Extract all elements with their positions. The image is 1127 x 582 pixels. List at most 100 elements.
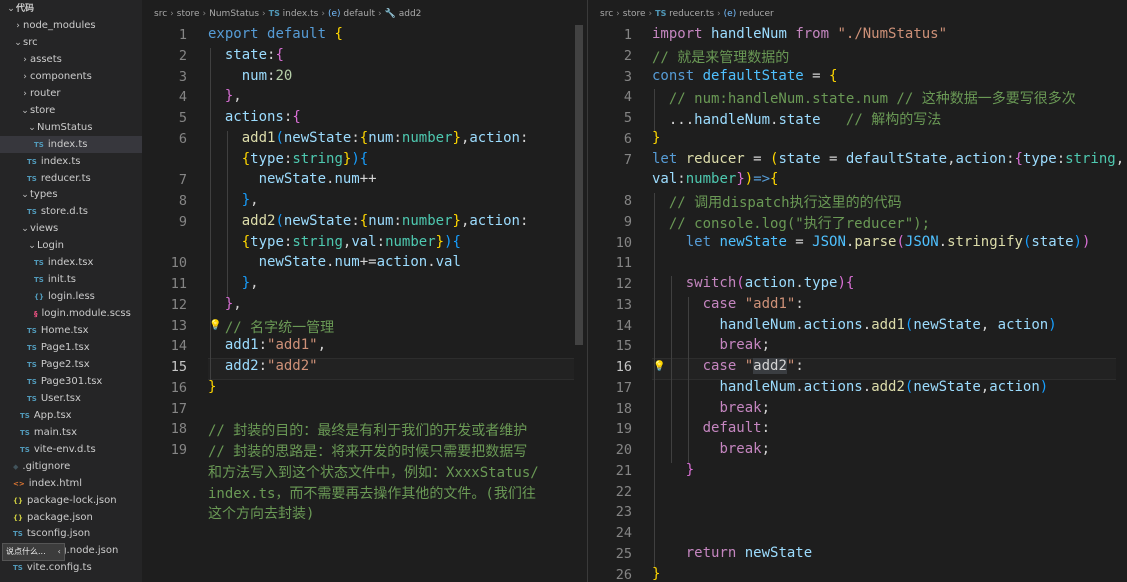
code-line[interactable]: handleNum.actions.add2(newState,action) — [652, 379, 1048, 395]
code-line[interactable]: // 就是来管理数据的 — [652, 47, 789, 67]
editor-pane-index-ts[interactable]: src › store › NumStatus › TS index.ts › (e) defa… — [142, 0, 586, 582]
code-line[interactable]: newState.num++ — [208, 171, 377, 187]
code-line[interactable]: let newState = JSON.parse(JSON.stringify… — [652, 234, 1091, 250]
tree-folder[interactable]: › assets — [0, 51, 142, 68]
editor-pane-reducer-ts[interactable]: src › store › TS reducer.ts › (e) reducer 1234… — [587, 0, 1127, 582]
tree-file[interactable]: TS App.tsx — [0, 407, 142, 424]
code-line[interactable]: default: — [652, 420, 770, 436]
tree-file[interactable]: TS Page2.tsx — [0, 356, 142, 373]
tree-file[interactable]: TS reducer.ts — [0, 170, 142, 187]
chevron-right-icon[interactable]: › — [13, 18, 23, 35]
chevron-down-icon[interactable]: ⌄ — [13, 35, 23, 52]
chevron-down-icon[interactable]: ⌄ — [20, 187, 30, 204]
code-line[interactable]: num:20 — [208, 68, 293, 84]
chevron-right-icon[interactable]: › — [20, 69, 30, 86]
code-line[interactable]: // num:handleNum.state.num // 这种数据一多要写很多… — [652, 88, 1076, 108]
tree-folder[interactable]: ⌄Login — [0, 237, 142, 254]
breadcrumb-symbol-reducer[interactable]: reducer — [739, 9, 774, 19]
chevron-down-icon[interactable]: ⌄ — [20, 221, 30, 238]
tree-file[interactable]: TS Home.tsx — [0, 322, 142, 339]
code-line[interactable]: }, — [208, 275, 259, 291]
tree-file[interactable]: TS init.ts — [0, 271, 142, 288]
chevron-right-icon[interactable]: › — [20, 86, 30, 103]
tree-file[interactable]: TS User.tsx — [0, 390, 142, 407]
chevron-left-icon[interactable]: ‹ — [58, 547, 61, 556]
breadcrumb-store[interactable]: store — [177, 9, 200, 19]
breadcrumb-file[interactable]: index.ts — [283, 9, 319, 19]
chevron-down-icon[interactable]: ⌄ — [27, 120, 37, 137]
code-line[interactable]: {type:string,val:number}){ — [208, 234, 461, 250]
code-line[interactable]: state:{ — [208, 47, 284, 63]
code-line[interactable]: index.ts，而不需要再去操作其他的文件。(我们往 — [208, 483, 536, 503]
tree-file[interactable]: TS Page1.tsx — [0, 339, 142, 356]
code-line[interactable]: handleNum.actions.add1(newState, action) — [652, 317, 1056, 333]
breadcrumb-src[interactable]: src — [600, 9, 613, 19]
breadcrumb-numstatus[interactable]: NumStatus — [209, 9, 259, 19]
tree-file[interactable]: ◆ .gitignore — [0, 458, 142, 475]
code-line[interactable]: ...handleNum.state // 解构的写法 — [652, 109, 941, 129]
code-line[interactable]: add1:"add1", — [208, 337, 326, 353]
code-line[interactable]: add2:"add2" — [208, 358, 318, 374]
code-line[interactable]: 和方法写入到这个状态文件中，例如：XxxxStatus/ — [208, 462, 539, 482]
code-line[interactable]: // 封装的思路是：将来开发的时候只需要把数据写 — [208, 441, 527, 461]
tree-file[interactable]: TS index.ts — [0, 153, 142, 170]
tree-file[interactable]: TS tsconfig.json — [0, 525, 142, 542]
code-line[interactable]: import handleNum from "./NumStatus" — [652, 26, 947, 42]
code-line[interactable]: break; — [652, 400, 770, 416]
tree-folder[interactable]: ⌄store — [0, 102, 142, 119]
comment-tooltip[interactable]: 说点什么... ‹ — [2, 543, 65, 561]
breadcrumb-file[interactable]: reducer.ts — [669, 9, 714, 19]
code-line[interactable]: return newState — [652, 545, 812, 561]
tree-file[interactable]: § login.module.scss — [0, 305, 142, 322]
tree-file[interactable]: TS Page301.tsx — [0, 373, 142, 390]
lightbulb-icon[interactable]: 💡 — [653, 361, 665, 372]
code-line[interactable]: 这个方向去封装) — [208, 503, 314, 523]
tree-file[interactable]: TS index.tsx — [0, 254, 142, 271]
tree-folder[interactable]: ⌄代码 — [0, 0, 142, 17]
code-line[interactable]: export default { — [208, 26, 343, 42]
code-line[interactable]: } — [652, 566, 660, 582]
code-line[interactable]: newState.num+=action.val — [208, 254, 461, 270]
tree-folder[interactable]: › components — [0, 68, 142, 85]
tree-file[interactable]: TS main.tsx — [0, 424, 142, 441]
tree-file[interactable]: TS store.d.ts — [0, 203, 142, 220]
breadcrumb-store[interactable]: store — [623, 9, 646, 19]
code-line[interactable]: }, — [208, 88, 242, 104]
tree-folder[interactable]: › node_modules — [0, 17, 142, 34]
code-line[interactable]: {type:string}){ — [208, 151, 368, 167]
chevron-down-icon[interactable]: ⌄ — [27, 238, 37, 255]
tree-file[interactable]: <> index.html — [0, 475, 142, 492]
tree-folder[interactable]: › router — [0, 85, 142, 102]
chevron-right-icon[interactable]: › — [20, 52, 30, 69]
code-line[interactable]: }, — [208, 296, 242, 312]
vertical-scrollbar[interactable] — [575, 25, 583, 345]
code-line[interactable]: case "add2": — [652, 358, 804, 374]
code-line[interactable]: add2(newState:{num:number},action: — [208, 213, 529, 229]
breadcrumb-symbol-default[interactable]: default — [343, 9, 375, 19]
tree-folder[interactable]: ⌄NumStatus — [0, 119, 142, 136]
chevron-down-icon[interactable]: ⌄ — [6, 1, 16, 18]
code-line[interactable]: add1(newState:{num:number},action: — [208, 130, 529, 146]
code-line[interactable]: } — [208, 379, 216, 395]
code-line[interactable]: val:number})=>{ — [652, 171, 778, 187]
code-line[interactable]: break; — [652, 337, 770, 353]
code-line[interactable]: // 封装的目的：最终是有利于我们的开发或者维护 — [208, 420, 527, 440]
tree-folder[interactable]: ⌄types — [0, 186, 142, 203]
tree-file[interactable]: TS index.ts — [0, 135, 142, 153]
tree-file[interactable]: TS vite-env.d.ts — [0, 441, 142, 458]
code-line[interactable]: const defaultState = { — [652, 68, 837, 84]
breadcrumb-symbol-add2[interactable]: add2 — [399, 9, 422, 19]
code-line[interactable]: // 调用dispatch执行这里的的代码 — [652, 192, 902, 212]
code-line[interactable]: let reducer = (state = defaultState,acti… — [652, 151, 1124, 167]
tree-file[interactable]: {} login.less — [0, 288, 142, 305]
tree-folder[interactable]: ⌄views — [0, 220, 142, 237]
tree-file[interactable]: TS vite.config.ts — [0, 559, 142, 576]
code-line[interactable]: }, — [208, 192, 259, 208]
code-line[interactable]: actions:{ — [208, 109, 301, 125]
code-line[interactable]: break; — [652, 441, 770, 457]
lightbulb-icon[interactable]: 💡 — [209, 320, 221, 331]
chevron-down-icon[interactable]: ⌄ — [20, 103, 30, 120]
code-line[interactable]: case "add1": — [652, 296, 804, 312]
code-line[interactable]: // 名字统一管理 — [208, 317, 334, 337]
code-line[interactable]: // console.log("执行了reducer"); — [652, 213, 930, 233]
